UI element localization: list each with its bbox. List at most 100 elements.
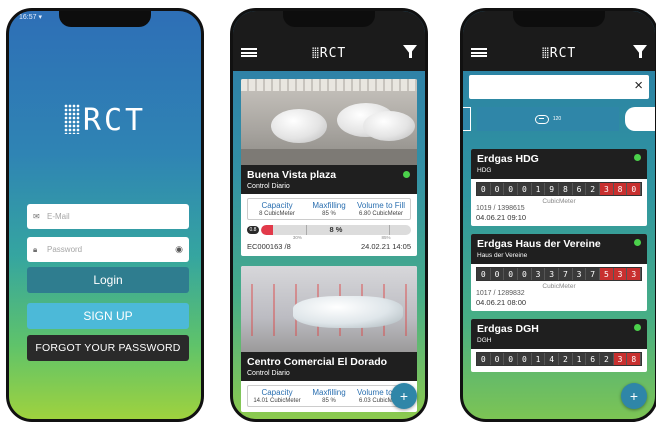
- eye-off-icon[interactable]: ◉: [175, 244, 183, 255]
- filter-icon[interactable]: [633, 45, 647, 58]
- tank-metrics: Capacity 14.01 CubicMeter Maxfilling 85 …: [247, 385, 411, 407]
- segment-right[interactable]: [625, 107, 655, 131]
- photo-tank: [293, 296, 403, 328]
- tank-list[interactable]: Buena Vista plaza Control Diario Capacit…: [233, 71, 425, 419]
- meter-digit: 0: [477, 353, 491, 365]
- meter-digit: 0: [518, 268, 532, 280]
- meter-counter: 000033737533: [476, 267, 642, 281]
- email-placeholder: E-Mail: [47, 212, 70, 221]
- metric-value: 85 %: [322, 211, 336, 217]
- status-dot: [403, 171, 410, 178]
- tank-subtitle: Control Diario: [247, 370, 290, 377]
- meter-digit: 0: [518, 183, 532, 195]
- meter-subtitle: Haus der Vereine: [477, 252, 528, 259]
- meter-ids: 1019 / 1398615: [476, 205, 525, 212]
- meter-digit: 0: [504, 353, 519, 365]
- tank-body: Capacity 8 CubicMeter Maxfilling 85 % Vo…: [241, 194, 417, 256]
- metric-capacity: Capacity 14.01 CubicMeter: [251, 388, 303, 404]
- metric-value: 85 %: [322, 398, 336, 404]
- metric-label: Capacity: [261, 201, 293, 210]
- clear-icon[interactable]: ×: [634, 77, 643, 94]
- add-button[interactable]: +: [391, 383, 417, 409]
- meter-digit: 2: [586, 183, 601, 195]
- meter-digit: 4: [545, 353, 560, 365]
- meter-list[interactable]: Erdgas HDG HDG 000019862380 CubicMeter 1…: [463, 139, 655, 419]
- email-field[interactable]: ✉ E-Mail: [27, 204, 189, 229]
- metric-label: Maxfilling: [312, 201, 346, 210]
- meter-digit: 0: [518, 353, 532, 365]
- meter-name: Erdgas Haus der Vereine: [477, 238, 601, 250]
- meter-digit: 1: [531, 183, 546, 195]
- meter-digit: 2: [600, 353, 614, 365]
- meter-digit: 3: [545, 268, 560, 280]
- status-dot: [634, 324, 641, 331]
- metric-value: 14.01 CubicMeter: [253, 398, 301, 404]
- forgot-password-button[interactable]: FORGOT YOUR PASSWORD: [27, 335, 189, 361]
- login-button[interactable]: Login: [27, 267, 189, 293]
- mail-icon: ✉: [33, 212, 40, 221]
- meter-subtitle: DGH: [477, 337, 492, 344]
- meter-title-bar: Erdgas Haus der Vereine Haus der Vereine: [471, 234, 647, 264]
- meter-digit: 3: [627, 268, 642, 280]
- search-input[interactable]: ×: [469, 75, 649, 99]
- meter-date: 04.06.21 08:00: [476, 298, 527, 307]
- tank-name: Centro Comercial El Dorado: [247, 356, 388, 368]
- tick-label: 30%: [292, 235, 302, 240]
- phone-notch: [283, 11, 375, 27]
- tank-name: Buena Vista plaza: [247, 169, 337, 181]
- metric-capacity: Capacity 8 CubicMeter: [251, 201, 303, 217]
- meter-digit: 0: [490, 183, 505, 195]
- meter-unit: CubicMeter: [542, 283, 576, 290]
- metric-value: 8 CubicMeter: [259, 211, 295, 217]
- meter-digit: 8: [627, 353, 642, 365]
- logo-dots-icon: [63, 104, 80, 134]
- meter-digit: 7: [586, 268, 601, 280]
- meter-card[interactable]: Erdgas DGH DGH 000014216238: [471, 319, 647, 372]
- meter-digit: 0: [477, 268, 491, 280]
- password-field[interactable]: 🔒︎ Password ◉: [27, 237, 189, 262]
- segment-gauge[interactable]: 120: [477, 107, 619, 131]
- segment-left[interactable]: [463, 107, 471, 131]
- metric-value: 6.80 CubicMeter: [358, 211, 404, 217]
- meter-name: Erdgas HDG: [477, 153, 539, 165]
- meter-title-bar: Erdgas HDG HDG: [471, 149, 647, 179]
- filter-icon[interactable]: [403, 45, 417, 58]
- status-dot: [634, 154, 641, 161]
- tank-card[interactable]: Buena Vista plaza Control Diario Capacit…: [241, 79, 417, 256]
- signup-button[interactable]: SIGN UP: [27, 303, 189, 329]
- meter-digit: 0: [490, 268, 505, 280]
- tank-title-bar: Centro Comercial El Dorado Control Diari…: [241, 352, 417, 381]
- meter-name: Erdgas DGH: [477, 323, 539, 335]
- meter-digit: 0: [504, 268, 519, 280]
- fill-percent: 8 %: [329, 225, 343, 234]
- status-time: 16:57 ▾: [19, 14, 42, 21]
- tank-photo: [241, 79, 417, 165]
- rct-logo: RCT: [9, 103, 201, 138]
- tank-subtitle: Control Diario: [247, 183, 290, 190]
- fill-level-bar: 8 %: [261, 225, 411, 235]
- meter-digit: 6: [586, 353, 601, 365]
- add-button[interactable]: +: [621, 383, 647, 409]
- meter-digit: 6: [572, 183, 587, 195]
- meter-card[interactable]: Erdgas Haus der Vereine Haus der Vereine…: [471, 234, 647, 311]
- metric-maxfilling: Maxfilling 85 %: [303, 201, 355, 217]
- meter-digit: 0: [627, 183, 642, 195]
- photo-ground: [241, 149, 417, 165]
- meter-body: 000014216238: [471, 349, 647, 372]
- logo-text: RCT: [82, 103, 147, 138]
- meter-digit: 3: [531, 268, 546, 280]
- phone-notch: [513, 11, 605, 27]
- fill-level-row: 0.8 8 %: [247, 225, 411, 235]
- tick-label: 85%: [381, 235, 391, 240]
- tank-title-bar: Buena Vista plaza Control Diario: [241, 165, 417, 194]
- meter-digit: 3: [613, 353, 628, 365]
- meter-digit: 3: [613, 268, 628, 280]
- tank-card[interactable]: Centro Comercial El Dorado Control Diari…: [241, 266, 417, 412]
- meter-title-bar: Erdgas DGH DGH: [471, 319, 647, 349]
- meter-digit: 8: [613, 183, 628, 195]
- meter-digit: 8: [559, 183, 573, 195]
- metric-maxfilling: Maxfilling 85 %: [303, 388, 355, 404]
- tank-photo: [241, 266, 417, 352]
- fill-badge: 0.8: [247, 226, 259, 234]
- meter-card[interactable]: Erdgas HDG HDG 000019862380 CubicMeter 1…: [471, 149, 647, 226]
